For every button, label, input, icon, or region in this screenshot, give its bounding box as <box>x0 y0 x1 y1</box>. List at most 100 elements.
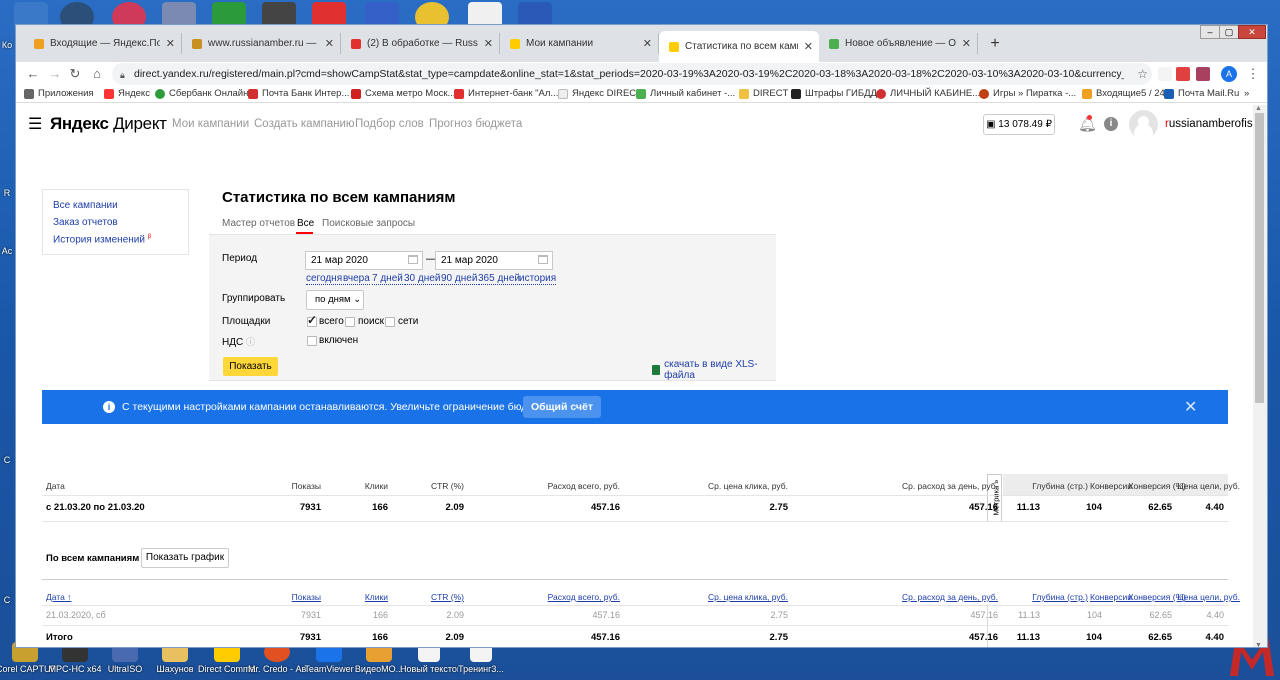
period-history-link[interactable]: история <box>519 273 557 285</box>
browser-tab[interactable]: www.russianamber.ru — директ ✕ <box>182 33 341 54</box>
vat-checkbox[interactable] <box>307 336 317 346</box>
w-extension-icon[interactable] <box>1196 67 1210 81</box>
scroll-down-arrow-icon[interactable]: ▼ <box>1255 642 1262 647</box>
sort-avg-cpc-link[interactable]: Ср. цена клика, руб. <box>708 592 788 602</box>
platform-search-checkbox[interactable] <box>345 317 355 327</box>
bookmark-item[interactable]: Схема метро Моск... <box>351 88 455 99</box>
username[interactable]: russianamberofis <box>1165 118 1253 130</box>
close-window-button[interactable]: ✕ <box>1238 25 1266 39</box>
profile-avatar[interactable]: A <box>1221 66 1237 82</box>
extension-icon[interactable] <box>1158 67 1172 81</box>
bookmark-item[interactable]: DIRECT <box>739 88 788 99</box>
forward-arrow-icon[interactable]: → <box>46 65 64 83</box>
browser-tab-active[interactable]: Статистика по всем кампаниям ✕ <box>659 31 819 62</box>
info-icon[interactable]: i <box>1104 117 1118 131</box>
period-365days-link[interactable]: 365 дней <box>478 273 520 285</box>
bookmark-item[interactable]: Штрафы ГИБДД <box>791 88 877 99</box>
sort-goal-cost-link[interactable]: Цена цели, руб. <box>1177 592 1240 602</box>
scrollbar-thumb[interactable] <box>1255 113 1264 403</box>
bookmark-item[interactable]: Яндекс <box>104 88 150 99</box>
sort-impressions-link[interactable]: Показы <box>292 592 321 602</box>
balance-badge[interactable]: ▣ 13 078.49 ₽ <box>983 114 1055 135</box>
sort-clicks-link[interactable]: Клики <box>365 592 388 602</box>
pdf-extension-icon[interactable] <box>1176 67 1190 81</box>
download-xls-link[interactable]: скачать в виде XLS-файла <box>652 359 776 381</box>
sort-depth-link[interactable]: Глубина (стр.) <box>1032 592 1088 602</box>
sidebar-change-history[interactable]: История изменений β <box>53 234 151 245</box>
bookmark-item[interactable]: Сбербанк Онлайн <box>155 88 248 99</box>
sort-conversions-link[interactable]: Конверсии <box>1090 592 1132 602</box>
vat-option-label: включен <box>319 335 359 346</box>
cell-impressions: 7931 <box>300 610 321 620</box>
bookmark-item[interactable]: ЛИЧНЫЙ КАБИНЕ... <box>876 88 980 99</box>
period-today-link[interactable]: сегодня <box>306 273 343 285</box>
bookmark-item[interactable]: Почта Mail.Ru <box>1164 88 1239 99</box>
close-icon[interactable]: ✕ <box>1184 397 1197 417</box>
close-icon[interactable]: ✕ <box>962 37 971 50</box>
divider <box>42 495 1228 496</box>
show-button[interactable]: Показать <box>223 357 278 376</box>
bookmark-item[interactable]: Игры » Пиратка -... <box>979 88 1076 99</box>
close-icon[interactable]: ✕ <box>325 37 334 50</box>
bookmark-item[interactable]: Интернет-банк "Ал... <box>454 88 558 99</box>
help-icon[interactable]: ⓘ <box>246 337 255 347</box>
close-icon[interactable]: ✕ <box>484 37 493 50</box>
bookmark-item[interactable]: Яндекс DIRECT <box>558 88 642 99</box>
period-yesterday-link[interactable]: вчера <box>343 273 370 285</box>
nav-budget-forecast[interactable]: Прогноз бюджета <box>429 118 522 130</box>
avatar[interactable] <box>1129 110 1158 139</box>
close-icon[interactable]: ✕ <box>804 40 813 53</box>
browser-tab[interactable]: Мои кампании ✕ <box>500 33 659 54</box>
show-graph-button[interactable]: Показать график <box>141 548 229 568</box>
home-icon[interactable]: ⌂ <box>88 65 106 83</box>
date-to-input[interactable]: 21 мар 2020 <box>435 251 553 270</box>
bookmark-item[interactable]: Почта Банк Интер... <box>248 88 349 99</box>
sidebar-all-campaigns[interactable]: Все кампании <box>53 200 118 211</box>
close-icon[interactable]: ✕ <box>166 37 175 50</box>
close-icon[interactable]: ✕ <box>643 37 652 50</box>
tab-report-wizard[interactable]: Мастер отчетов <box>222 218 295 229</box>
browser-tab[interactable]: (2) В обработке — Russianamb ✕ <box>341 33 500 54</box>
platform-all-checkbox[interactable] <box>307 313 317 327</box>
browser-tab[interactable]: Новое объявление — Объявле ✕ <box>819 33 978 54</box>
grouping-select[interactable]: по дням ⌄ <box>306 290 364 310</box>
minimize-button[interactable]: – <box>1200 25 1220 39</box>
bookmark-item[interactable]: Личный кабинет -... <box>636 88 735 99</box>
tab-search-queries[interactable]: Поисковые запросы <box>322 218 415 229</box>
cell-clicks: 166 <box>372 502 388 513</box>
nav-my-campaigns[interactable]: Мои кампании <box>172 118 249 130</box>
sidebar-order-reports[interactable]: Заказ отчетов <box>53 217 118 228</box>
more-bookmarks-chevron-icon[interactable]: » <box>1244 88 1249 99</box>
back-arrow-icon[interactable]: ← <box>24 65 42 83</box>
menu-dots-icon[interactable]: ⋮ <box>1244 65 1262 83</box>
platform-networks-checkbox[interactable] <box>385 317 395 327</box>
cell-clicks: 166 <box>372 632 388 643</box>
calendar-icon[interactable] <box>538 255 548 264</box>
address-bar[interactable]: 🔒︎ direct.yandex.ru/registered/main.pl?c… <box>112 63 1152 85</box>
yandex-direct-logo[interactable]: Яндекс Директ <box>50 114 167 134</box>
page-scrollbar[interactable]: ▲ ▼ <box>1253 105 1267 647</box>
new-tab-button[interactable]: + <box>986 35 1004 53</box>
scroll-up-arrow-icon[interactable]: ▲ <box>1255 105 1262 112</box>
tab-all[interactable]: Все <box>297 218 314 229</box>
maximize-button[interactable]: ▢ <box>1219 25 1239 39</box>
browser-tab[interactable]: Входящие — Яндекс.Почта ✕ <box>24 33 182 54</box>
reload-icon[interactable]: ↻ <box>66 65 84 83</box>
sort-total-spend-link[interactable]: Расход всего, руб. <box>548 592 620 602</box>
nav-create-campaign[interactable]: Создать кампанию <box>254 118 355 130</box>
shared-account-button[interactable]: Общий счёт <box>523 396 601 418</box>
period-90days-link[interactable]: 90 дней <box>441 273 478 285</box>
bookmark-item[interactable]: Входящие5 / 24 <box>1082 88 1165 99</box>
bell-icon[interactable]: 🔔︎ <box>1078 115 1097 133</box>
sort-date-link[interactable]: Дата ↑ <box>46 592 71 602</box>
date-from-input[interactable]: 21 мар 2020 <box>305 251 423 270</box>
bookmark-item[interactable]: Приложения <box>24 88 94 99</box>
period-30days-link[interactable]: 30 дней <box>404 273 441 285</box>
menu-icon[interactable]: ☰ <box>28 117 42 133</box>
period-7days-link[interactable]: 7 дней <box>372 273 403 285</box>
sort-avg-daily-spend-link[interactable]: Ср. расход за день, руб. <box>902 592 998 602</box>
nav-keyword-selection[interactable]: Подбор слов <box>355 118 424 130</box>
sort-ctr-link[interactable]: CTR (%) <box>431 592 464 602</box>
calendar-icon[interactable] <box>408 255 418 264</box>
bookmark-star-icon[interactable]: ☆ <box>1137 67 1148 81</box>
